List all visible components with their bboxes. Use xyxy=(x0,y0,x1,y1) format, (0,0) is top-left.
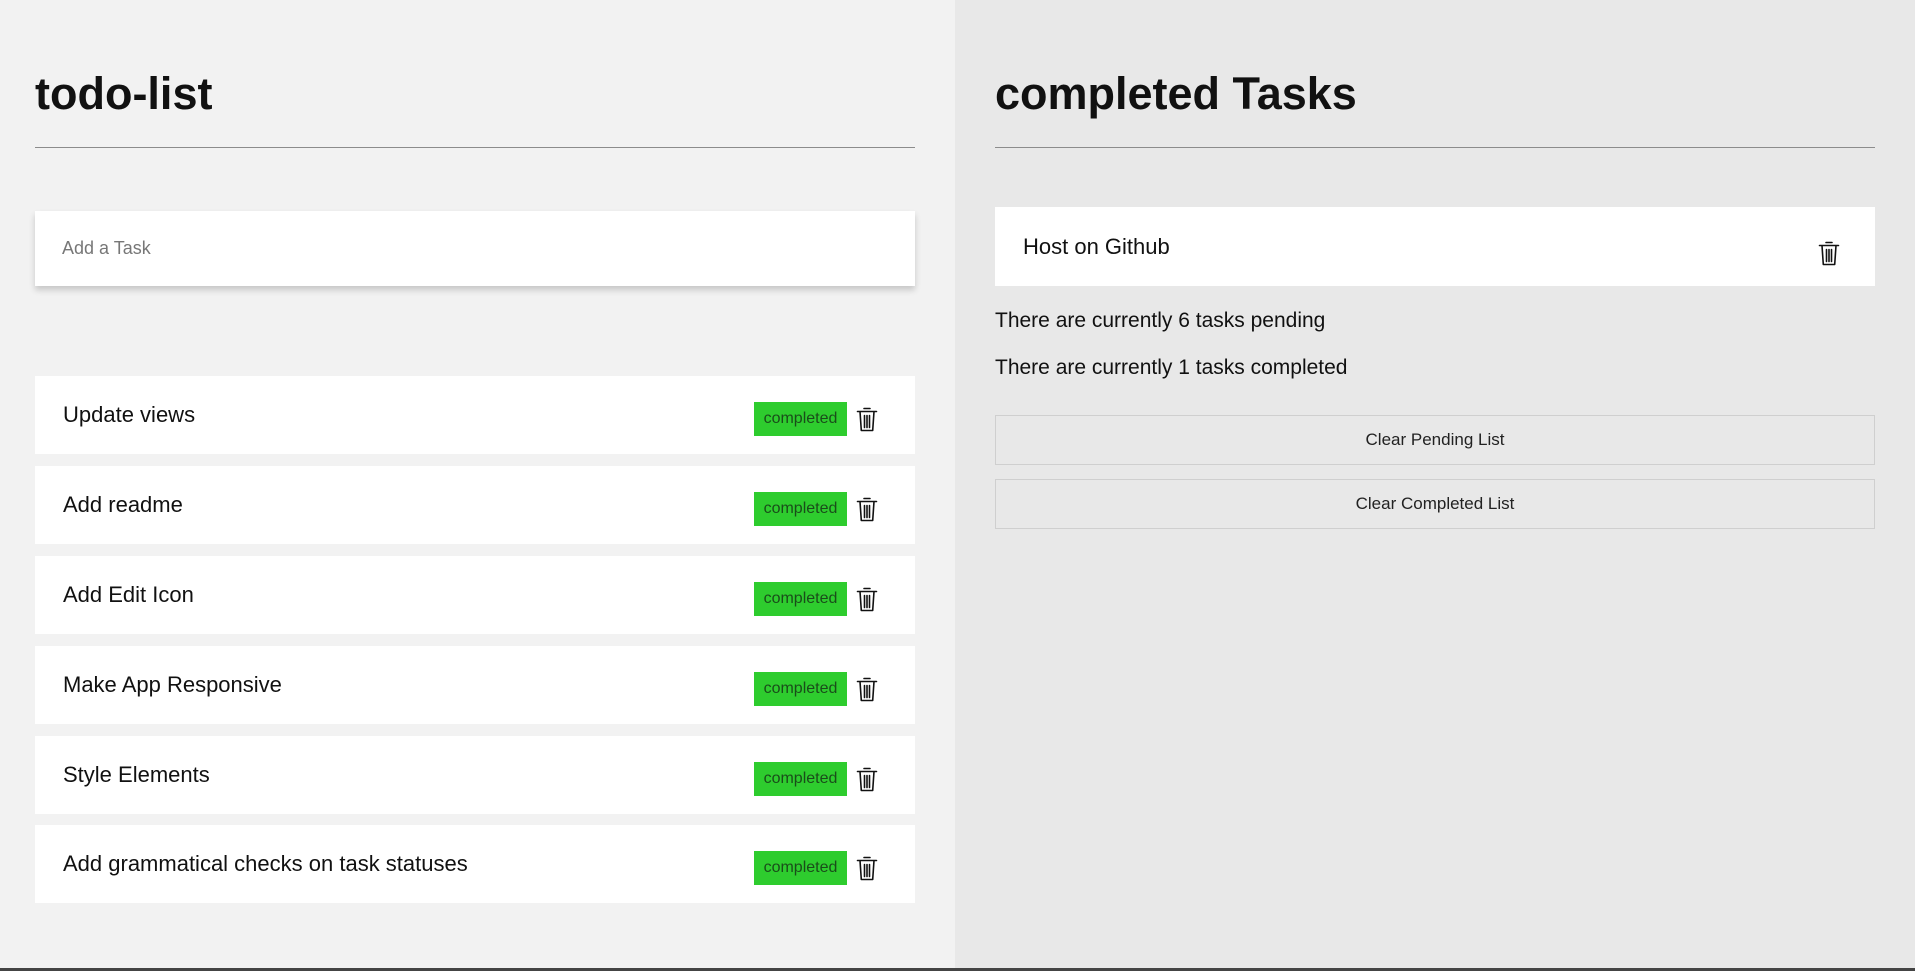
task-item: Make App Responsive completed xyxy=(35,646,915,724)
clear-pending-button[interactable]: Clear Pending List xyxy=(995,415,1875,465)
completed-task-item: Host on Github xyxy=(995,207,1875,286)
completed-status-button[interactable]: completed xyxy=(754,492,847,526)
completed-count-text: There are currently 1 tasks completed xyxy=(995,356,1348,379)
task-text: Style Elements xyxy=(63,762,210,787)
trash-icon[interactable] xyxy=(1817,240,1841,267)
task-text: Add grammatical checks on task statuses xyxy=(63,851,468,876)
completed-divider xyxy=(995,147,1875,148)
task-text: Make App Responsive xyxy=(63,672,282,697)
task-text: Update views xyxy=(63,402,196,427)
title-divider xyxy=(35,147,915,148)
task-item: Add Edit Icon completed xyxy=(35,556,915,634)
completed-title: completed Tasks xyxy=(995,68,1357,119)
task-text: Add readme xyxy=(63,492,183,517)
trash-icon[interactable] xyxy=(855,496,879,523)
completed-status-button[interactable]: completed xyxy=(754,762,847,796)
task-item: Add grammatical checks on task statuses … xyxy=(35,825,915,903)
clear-completed-button[interactable]: Clear Completed List xyxy=(995,479,1875,529)
completed-status-button[interactable]: completed xyxy=(754,402,847,436)
task-item: Style Elements completed xyxy=(35,736,915,814)
page-title: todo-list xyxy=(35,68,213,119)
trash-icon[interactable] xyxy=(855,676,879,703)
completed-status-button[interactable]: completed xyxy=(754,851,847,885)
task-item: Add readme completed xyxy=(35,466,915,544)
trash-icon[interactable] xyxy=(855,766,879,793)
task-item: Update views completed xyxy=(35,376,915,454)
completed-status-button[interactable]: completed xyxy=(754,582,847,616)
completed-status-button[interactable]: completed xyxy=(754,672,847,706)
trash-icon[interactable] xyxy=(855,406,879,433)
pending-count-text: There are currently 6 tasks pending xyxy=(995,309,1326,332)
task-text: Add Edit Icon xyxy=(63,582,194,607)
completed-task-text: Host on Github xyxy=(1023,234,1170,259)
add-task-input[interactable] xyxy=(35,211,915,286)
trash-icon[interactable] xyxy=(855,586,879,613)
trash-icon[interactable] xyxy=(855,855,879,882)
